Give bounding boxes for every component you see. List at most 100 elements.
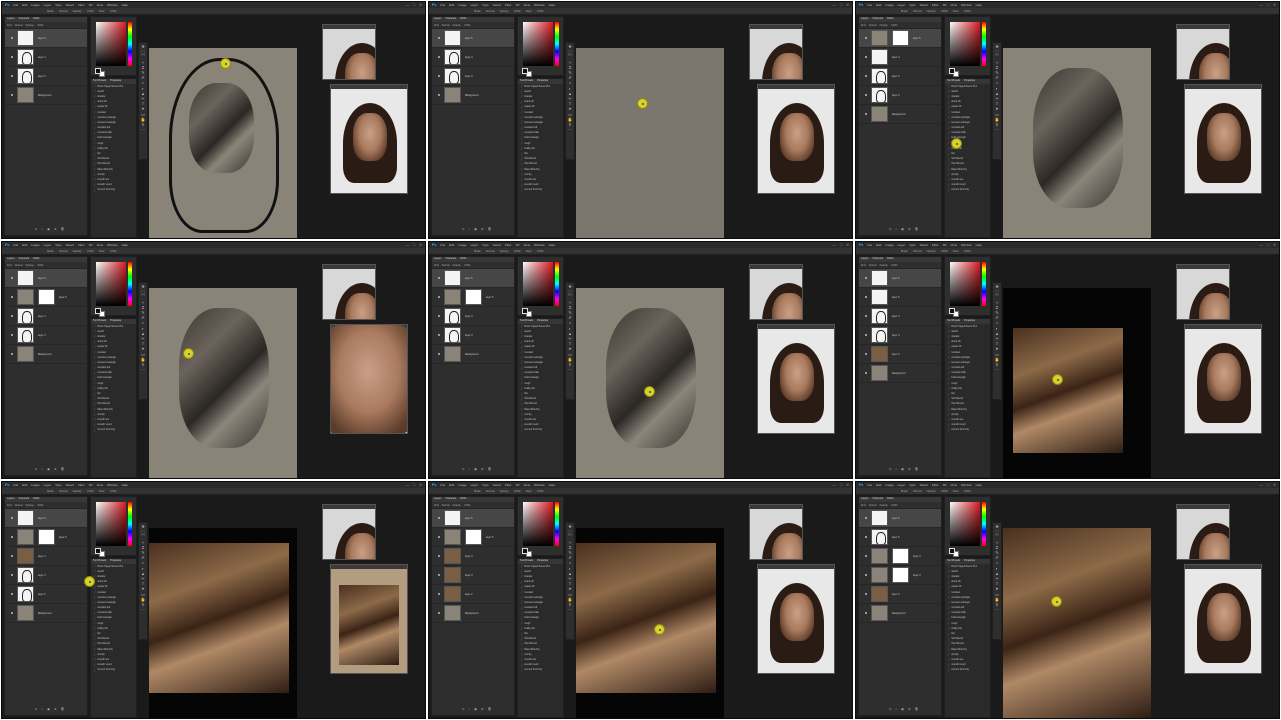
trash-icon[interactable]: 🗑: [915, 467, 919, 471]
reference-image-window[interactable]: [757, 564, 835, 674]
menu-item-file[interactable]: File: [867, 483, 872, 487]
reference-thumbnail[interactable]: [322, 504, 376, 560]
layer-row[interactable]: layer 2: [432, 585, 514, 604]
layer-option[interactable]: Normal: [15, 504, 23, 507]
adjustment-icon[interactable]: ◐: [41, 707, 43, 711]
trash-icon[interactable]: 🗑: [61, 707, 65, 711]
layer-row[interactable]: Background: [432, 345, 514, 364]
layer-option[interactable]: 100%: [37, 264, 43, 267]
menu-item-help[interactable]: Help: [976, 483, 982, 487]
eye-icon[interactable]: [865, 517, 867, 519]
option-100[interactable]: 100%: [537, 490, 544, 493]
option-flow[interactable]: Flow:: [953, 250, 959, 253]
option-100[interactable]: 100%: [941, 490, 948, 493]
hue-slider[interactable]: [128, 22, 132, 66]
reference-image-window[interactable]: [1184, 84, 1262, 194]
eye-icon[interactable]: [865, 555, 867, 557]
close-icon[interactable]: ✕: [419, 3, 422, 7]
lasso-icon[interactable]: ⌒: [995, 55, 999, 59]
menu-item-window[interactable]: Window: [534, 483, 545, 487]
option-opacity[interactable]: Opacity:: [500, 490, 510, 493]
adjustment-icon[interactable]: ◐: [41, 467, 43, 471]
fx-icon[interactable]: fx: [889, 467, 891, 471]
tab-layers[interactable]: Layers: [861, 17, 869, 22]
menu-item-select[interactable]: Select: [66, 243, 74, 247]
layer-option[interactable]: Opacity:: [880, 24, 889, 27]
layer-row[interactable]: layer 6: [859, 509, 941, 528]
more-icon[interactable]: ⋯: [141, 128, 145, 132]
eye-icon[interactable]: [865, 94, 867, 96]
tab-tool-presets[interactable]: Tool Presets: [947, 79, 960, 84]
option-opacity[interactable]: Opacity:: [927, 250, 937, 253]
hue-slider[interactable]: [982, 262, 986, 306]
option-flow[interactable]: Flow:: [526, 490, 532, 493]
trash-icon[interactable]: 🗑: [915, 227, 919, 231]
document-canvas[interactable]: [149, 48, 297, 238]
group-icon[interactable]: ▣: [474, 707, 477, 711]
new-layer-icon[interactable]: ⊕: [908, 707, 911, 711]
layer-row[interactable]: layer 5: [859, 288, 941, 307]
group-icon[interactable]: ▣: [47, 467, 50, 471]
menu-item-select[interactable]: Select: [493, 483, 501, 487]
tab-paths[interactable]: Paths: [887, 257, 893, 262]
eye-icon[interactable]: [865, 296, 867, 298]
tab-tool-presets[interactable]: Tool Presets: [93, 559, 106, 564]
maximize-icon[interactable]: □: [413, 3, 415, 7]
option-mode[interactable]: Mode:: [901, 10, 908, 13]
path-select-icon[interactable]: ➤: [141, 107, 144, 111]
option-mode[interactable]: Mode:: [901, 250, 908, 253]
more-icon[interactable]: ⋯: [141, 608, 145, 612]
tab-channels[interactable]: Channels: [19, 257, 30, 262]
option-100[interactable]: 100%: [514, 490, 521, 493]
menu-item-view[interactable]: View: [97, 3, 103, 7]
fx-icon[interactable]: fx: [889, 707, 891, 711]
close-icon[interactable]: ✕: [1273, 243, 1276, 247]
menu-item-3d[interactable]: 3D: [89, 3, 93, 7]
option-normal[interactable]: Normal: [486, 10, 494, 13]
eye-icon[interactable]: [865, 372, 867, 374]
menu-item-edit[interactable]: Edit: [449, 243, 454, 247]
option-flow[interactable]: Flow:: [953, 490, 959, 493]
eye-icon[interactable]: [11, 56, 13, 58]
document-canvas[interactable]: [1003, 48, 1151, 238]
menu-item-file[interactable]: File: [13, 3, 18, 7]
option-100[interactable]: 100%: [537, 10, 544, 13]
layer-row[interactable]: Background: [5, 345, 87, 364]
layer-row[interactable]: layer 3: [432, 326, 514, 345]
tab-tool-presets[interactable]: Tool Presets: [947, 559, 960, 564]
eye-icon[interactable]: [438, 555, 440, 557]
option-mode[interactable]: Mode:: [474, 490, 481, 493]
new-layer-icon[interactable]: ⊕: [54, 707, 57, 711]
menu-item-help[interactable]: Help: [122, 3, 128, 7]
reference-thumbnail[interactable]: [1176, 504, 1230, 560]
layer-option[interactable]: Normal: [869, 504, 877, 507]
menu-item-view[interactable]: View: [524, 243, 530, 247]
menu-item-select[interactable]: Select: [920, 3, 928, 7]
menu-item-layer[interactable]: Layer: [44, 483, 52, 487]
menu-item-view[interactable]: View: [524, 3, 530, 7]
option-100[interactable]: 100%: [964, 250, 971, 253]
layer-option[interactable]: 100%: [464, 264, 470, 267]
tab-tool-presets[interactable]: Tool Presets: [520, 79, 533, 84]
option-100[interactable]: 100%: [514, 250, 521, 253]
fx-icon[interactable]: fx: [462, 227, 464, 231]
lasso-icon[interactable]: ⌒: [995, 295, 999, 299]
document-canvas[interactable]: [576, 48, 724, 238]
document-canvas[interactable]: [149, 528, 297, 718]
option-opacity[interactable]: Opacity:: [73, 250, 83, 253]
eye-icon[interactable]: [11, 353, 13, 355]
eye-icon[interactable]: [438, 56, 440, 58]
tab-properties[interactable]: Properties: [537, 319, 548, 324]
reference-image-window[interactable]: [1184, 564, 1262, 674]
tab-properties[interactable]: Properties: [110, 79, 121, 84]
minimize-icon[interactable]: —: [832, 483, 836, 487]
option-mode[interactable]: Mode:: [47, 490, 54, 493]
close-icon[interactable]: ✕: [846, 483, 849, 487]
foreground-color-swatch[interactable]: [949, 68, 955, 74]
option-flow[interactable]: Flow:: [99, 250, 105, 253]
hue-slider[interactable]: [555, 22, 559, 66]
menu-item-file[interactable]: File: [440, 483, 445, 487]
eye-icon[interactable]: [11, 334, 13, 336]
layer-row[interactable]: Background: [859, 604, 941, 623]
trash-icon[interactable]: 🗑: [488, 467, 492, 471]
